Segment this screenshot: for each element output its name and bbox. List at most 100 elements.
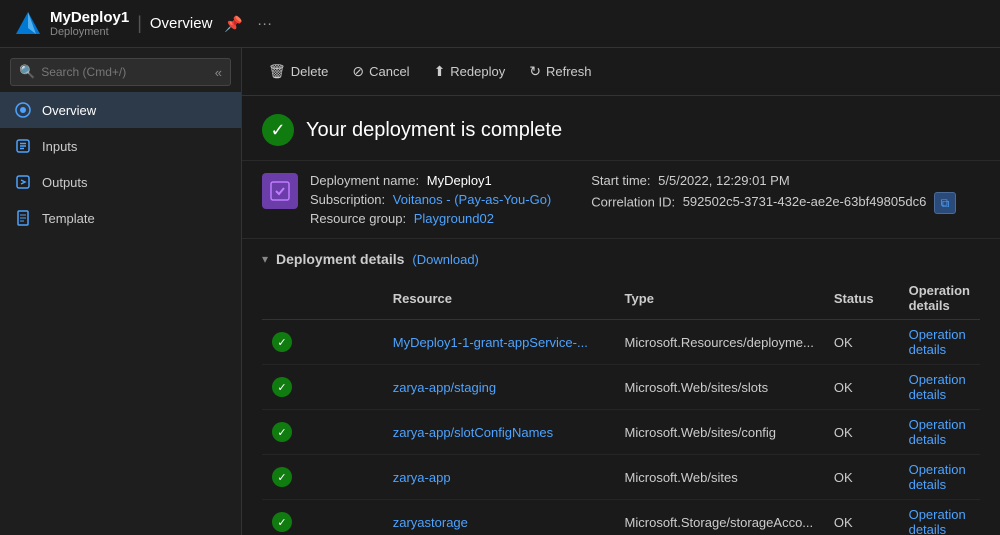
more-icon[interactable]: ··· bbox=[257, 15, 272, 33]
title-separator: | bbox=[137, 13, 142, 34]
row-status-cell: OK bbox=[824, 365, 899, 410]
sidebar-search-container: 🔍 « bbox=[10, 58, 231, 86]
row-check-cell: ✓ bbox=[262, 500, 383, 535]
subscription-link[interactable]: Voitanos - (Pay-as-You-Go) bbox=[393, 192, 551, 207]
delete-icon: 🗑 bbox=[268, 63, 286, 80]
resource-table: Resource Type Status Operation details ✓… bbox=[262, 277, 980, 535]
details-collapse-icon[interactable]: ▾ bbox=[262, 252, 268, 266]
cancel-icon: ⊘ bbox=[352, 63, 364, 80]
sidebar-item-overview[interactable]: Overview bbox=[0, 92, 241, 128]
copy-correlation-button[interactable]: ⧉ bbox=[934, 192, 956, 214]
row-success-icon: ✓ bbox=[272, 512, 292, 532]
redeploy-label: Redeploy bbox=[450, 64, 505, 79]
name-label: Deployment name: bbox=[310, 173, 419, 188]
cancel-label: Cancel bbox=[369, 64, 409, 79]
sidebar-nav: Overview Inputs Outputs Template bbox=[0, 92, 241, 535]
rg-label: Resource group: bbox=[310, 211, 406, 226]
table-row: ✓ zarya-app/slotConfigNames Microsoft.We… bbox=[262, 410, 980, 455]
azure-logo-icon bbox=[14, 10, 42, 38]
table-header-row: Resource Type Status Operation details bbox=[262, 277, 980, 320]
row-resource-cell: zarya-app bbox=[383, 455, 615, 500]
app-logo: MyDeploy1 Deployment bbox=[14, 9, 129, 38]
template-icon bbox=[14, 209, 32, 227]
delete-button[interactable]: 🗑 Delete bbox=[258, 58, 338, 85]
deployment-info: Deployment name: MyDeploy1 Subscription:… bbox=[242, 161, 1000, 239]
subscription-label: Subscription: bbox=[310, 192, 385, 207]
cancel-button[interactable]: ⊘ Cancel bbox=[342, 58, 419, 85]
row-check-cell: ✓ bbox=[262, 410, 383, 455]
redeploy-button[interactable]: ⬆ Redeploy bbox=[424, 58, 516, 85]
table-row: ✓ zarya-app Microsoft.Web/sites OK Opera… bbox=[262, 455, 980, 500]
row-resource-cell: MyDeploy1-1-grant-appService-... bbox=[383, 320, 615, 365]
starttime-label: Start time: bbox=[591, 173, 650, 188]
sidebar-item-inputs[interactable]: Inputs bbox=[0, 128, 241, 164]
details-section: ▾ Deployment details (Download) Resource… bbox=[242, 239, 1000, 535]
row-resource-cell: zarya-app/slotConfigNames bbox=[383, 410, 615, 455]
deployment-banner: ✓ Your deployment is complete bbox=[242, 96, 1000, 161]
row-status-cell: OK bbox=[824, 410, 899, 455]
details-title: Deployment details bbox=[276, 251, 404, 267]
row-ops-cell: Operation details bbox=[899, 500, 980, 535]
operation-details-link[interactable]: Operation details bbox=[909, 327, 966, 357]
operation-details-link[interactable]: Operation details bbox=[909, 462, 966, 492]
resource-link[interactable]: zarya-app/staging bbox=[393, 380, 496, 395]
refresh-label: Refresh bbox=[546, 64, 592, 79]
operation-details-link[interactable]: Operation details bbox=[909, 507, 966, 535]
correlation-label: Correlation ID: bbox=[591, 194, 675, 209]
correlation-value: 592502c5-3731-432e-ae2e-63bf49805dc6 bbox=[683, 194, 927, 209]
sidebar-item-label-overview: Overview bbox=[42, 103, 96, 118]
sidebar-item-label-template: Template bbox=[42, 211, 95, 226]
row-type-cell: Microsoft.Web/sites bbox=[615, 455, 824, 500]
resource-link[interactable]: MyDeploy1-1-grant-appService-... bbox=[393, 335, 588, 350]
row-success-icon: ✓ bbox=[272, 422, 292, 442]
resource-link[interactable]: zaryastorage bbox=[393, 515, 468, 530]
row-status-cell: OK bbox=[824, 455, 899, 500]
row-resource-cell: zaryastorage bbox=[383, 500, 615, 535]
row-ops-cell: Operation details bbox=[899, 410, 980, 455]
refresh-button[interactable]: ↻ Refresh bbox=[519, 58, 601, 85]
redeploy-icon: ⬆ bbox=[434, 63, 446, 80]
row-ops-cell: Operation details bbox=[899, 455, 980, 500]
info-rg-row: Resource group: Playground02 bbox=[310, 211, 551, 226]
info-starttime-row: Start time: 5/5/2022, 12:29:01 PM bbox=[591, 173, 956, 188]
download-link[interactable]: (Download) bbox=[412, 252, 478, 267]
row-ops-cell: Operation details bbox=[899, 320, 980, 365]
row-check-cell: ✓ bbox=[262, 455, 383, 500]
pin-icon[interactable]: 📌 bbox=[224, 15, 243, 33]
info-left-panel: Deployment name: MyDeploy1 Subscription:… bbox=[262, 173, 551, 226]
resource-link[interactable]: zarya-app bbox=[393, 470, 451, 485]
row-success-icon: ✓ bbox=[272, 467, 292, 487]
sidebar-item-label-inputs: Inputs bbox=[42, 139, 77, 154]
table-row: ✓ MyDeploy1-1-grant-appService-... Micro… bbox=[262, 320, 980, 365]
info-name-row: Deployment name: MyDeploy1 bbox=[310, 173, 551, 188]
info-correlation-row: Correlation ID: 592502c5-3731-432e-ae2e-… bbox=[591, 192, 956, 214]
toolbar: 🗑 Delete ⊘ Cancel ⬆ Redeploy ↻ Refresh bbox=[242, 48, 1000, 96]
sidebar-item-outputs[interactable]: Outputs bbox=[0, 164, 241, 200]
details-header: ▾ Deployment details (Download) bbox=[262, 251, 980, 267]
table-row: ✓ zaryastorage Microsoft.Storage/storage… bbox=[262, 500, 980, 535]
rg-link[interactable]: Playground02 bbox=[414, 211, 494, 226]
info-fields: Deployment name: MyDeploy1 Subscription:… bbox=[310, 173, 551, 226]
search-input[interactable] bbox=[41, 65, 209, 79]
col-header-resource-label: Resource bbox=[383, 277, 615, 320]
delete-label: Delete bbox=[291, 64, 329, 79]
main-layout: 🔍 « Overview Inputs Outputs bbox=[0, 48, 1000, 535]
row-status-cell: OK bbox=[824, 320, 899, 365]
sidebar-collapse-icon[interactable]: « bbox=[215, 65, 222, 80]
operation-details-link[interactable]: Operation details bbox=[909, 372, 966, 402]
row-type-cell: Microsoft.Web/sites/slots bbox=[615, 365, 824, 410]
col-header-type: Type bbox=[615, 277, 824, 320]
row-status-cell: OK bbox=[824, 500, 899, 535]
operation-details-link[interactable]: Operation details bbox=[909, 417, 966, 447]
row-type-cell: Microsoft.Resources/deployme... bbox=[615, 320, 824, 365]
app-title: MyDeploy1 bbox=[50, 9, 129, 26]
col-header-resource bbox=[262, 277, 383, 320]
info-right-panel: Start time: 5/5/2022, 12:29:01 PM Correl… bbox=[591, 173, 956, 226]
name-value: MyDeploy1 bbox=[427, 173, 492, 188]
row-success-icon: ✓ bbox=[272, 332, 292, 352]
resource-link[interactable]: zarya-app/slotConfigNames bbox=[393, 425, 553, 440]
sidebar-item-template[interactable]: Template bbox=[0, 200, 241, 236]
row-success-icon: ✓ bbox=[272, 377, 292, 397]
page-section-title: Overview bbox=[150, 15, 213, 32]
row-resource-cell: zarya-app/staging bbox=[383, 365, 615, 410]
